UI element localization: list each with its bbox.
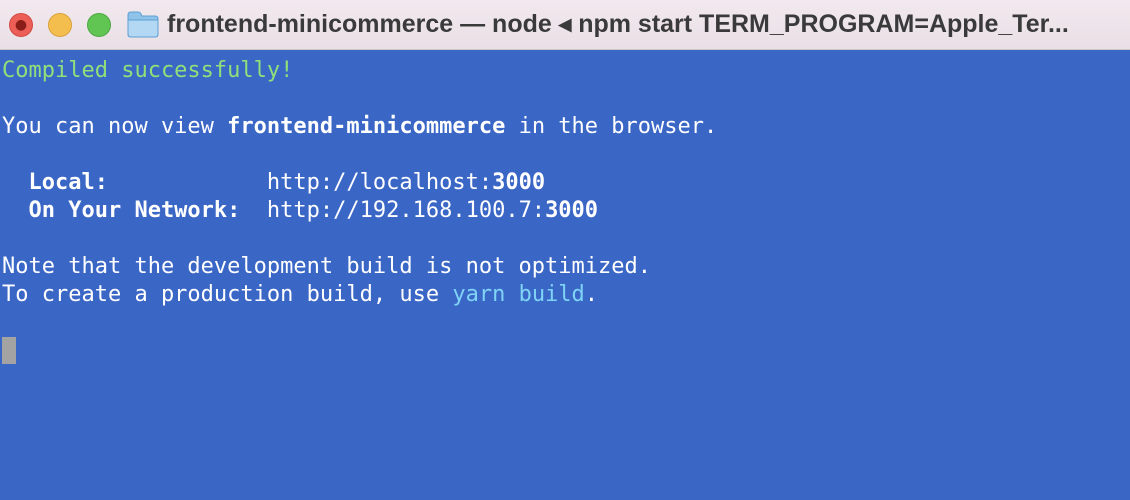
create-suffix-text: . — [584, 282, 599, 307]
close-icon: ● — [14, 17, 28, 33]
minimize-window-button[interactable] — [48, 13, 72, 37]
yarn-build-command: yarn build — [452, 282, 585, 307]
zoom-window-button[interactable] — [87, 13, 111, 37]
network-url-line: On Your Network: http://192.168.100.7:30… — [2, 197, 598, 225]
terminal-output[interactable]: Compiled successfully! You can now view … — [0, 50, 1130, 500]
network-url: http://192.168.100.7: — [266, 198, 546, 223]
app-name: frontend-minicommerce — [227, 114, 506, 139]
view-suffix-text: in the browser. — [505, 114, 718, 139]
development-note: Note that the development build is not o… — [2, 254, 652, 279]
title-bar[interactable]: ● frontend-minicommerce — node ◂ npm sta… — [0, 0, 1130, 50]
production-build-hint: To create a production build, use yarn b… — [2, 281, 598, 309]
close-window-button[interactable]: ● — [9, 13, 33, 37]
local-url-line: Local: http://localhost:3000 — [2, 169, 545, 197]
window-title: frontend-minicommerce — node ◂ npm start… — [167, 10, 1069, 38]
view-prefix-text: You can now view — [2, 114, 228, 139]
compiled-message: Compiled successfully! — [2, 58, 294, 83]
network-label: On Your Network: — [2, 198, 267, 223]
create-prefix-text: To create a production build, use — [2, 282, 453, 307]
local-url: http://localhost: — [266, 170, 493, 195]
terminal-window: ● frontend-minicommerce — node ◂ npm sta… — [0, 0, 1130, 500]
network-port: 3000 — [545, 198, 599, 223]
folder-icon — [127, 11, 159, 38]
terminal-cursor — [2, 337, 16, 364]
local-label: Local: — [2, 170, 267, 195]
view-message: You can now view frontend-minicommerce i… — [2, 113, 717, 141]
local-port: 3000 — [492, 170, 546, 195]
